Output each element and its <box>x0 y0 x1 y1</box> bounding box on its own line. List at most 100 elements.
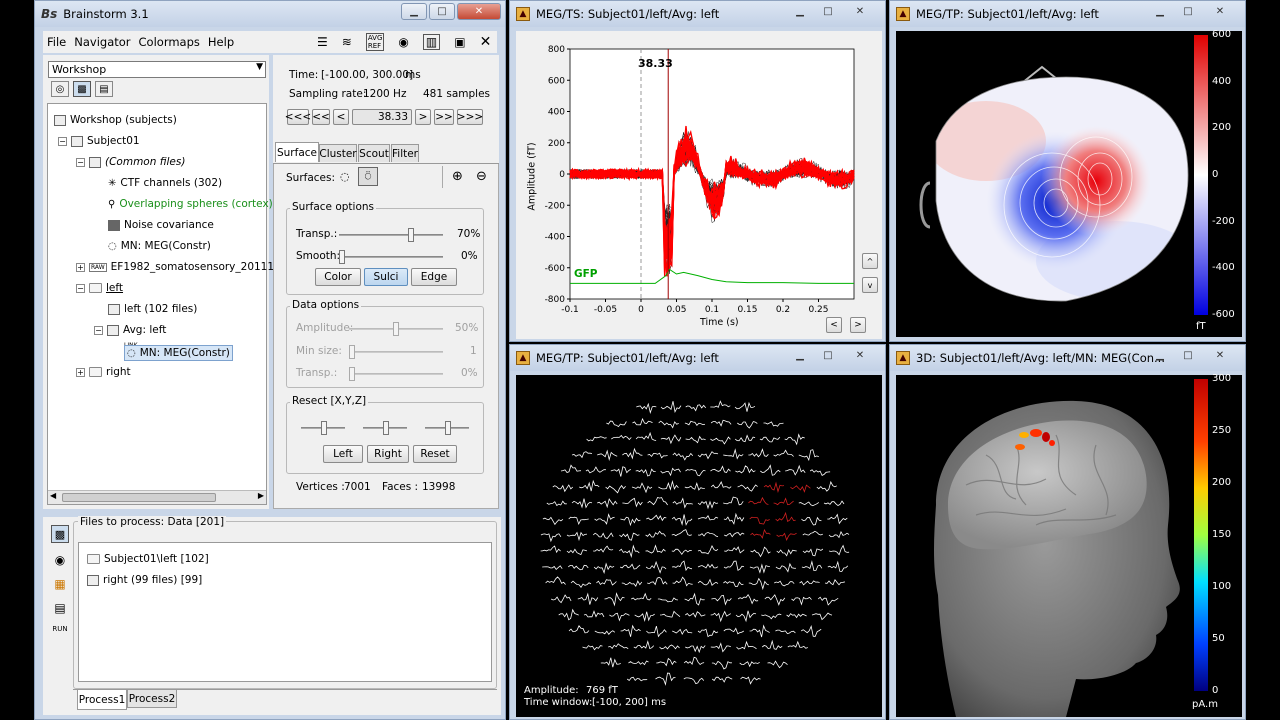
sensor-trace[interactable] <box>739 661 760 668</box>
sensor-trace[interactable] <box>798 449 819 462</box>
collapse-icon[interactable]: − <box>76 283 85 293</box>
close-all-icon[interactable]: ✕ <box>480 34 492 50</box>
tree-common-files[interactable]: − (Common files) <box>76 156 185 168</box>
timefreq-filter-icon[interactable]: ▦ <box>54 577 65 591</box>
tp2-close-button[interactable]: ✕ <box>843 347 877 364</box>
sensor-trace[interactable] <box>636 402 657 414</box>
sensor-trace[interactable] <box>737 421 758 429</box>
tree-left-files[interactable]: left (102 files) <box>108 303 197 315</box>
threed-titlebar[interactable]: ▲ 3D: Subject01/left/Avg: left/MN: MEG(C… <box>890 345 1245 371</box>
menu-colormaps[interactable]: Colormaps <box>139 35 200 49</box>
sensor-trace[interactable] <box>540 545 561 554</box>
tab-surface[interactable]: Surface <box>275 142 319 162</box>
sensor-trace[interactable] <box>610 466 631 477</box>
sensor-trace[interactable] <box>749 516 770 525</box>
sensor-trace[interactable] <box>622 497 643 508</box>
sensor-trace[interactable] <box>631 482 653 494</box>
sensor-trace[interactable] <box>767 660 788 669</box>
sensor-trace[interactable] <box>671 560 693 572</box>
menu-help[interactable]: Help <box>208 35 234 49</box>
threed-close-button[interactable]: ✕ <box>1203 347 1237 364</box>
sensor-trace[interactable] <box>560 464 582 473</box>
sensor-trace[interactable] <box>749 563 770 574</box>
sensor-trace[interactable] <box>750 528 771 539</box>
sensor-trace[interactable] <box>683 656 705 666</box>
sensor-trace[interactable] <box>802 548 824 557</box>
tp2-minimize-button[interactable]: ▁ <box>787 347 813 364</box>
smooth-slider[interactable] <box>339 250 443 264</box>
sensor-trace[interactable] <box>749 624 770 638</box>
sensor-trace[interactable] <box>571 498 593 509</box>
sensor-trace[interactable] <box>594 513 615 525</box>
sensor-trace[interactable] <box>646 625 667 638</box>
sensor-trace[interactable] <box>734 434 756 443</box>
sensor-trace[interactable] <box>619 563 641 570</box>
view-anatomy-icon[interactable]: ▤ <box>95 81 113 97</box>
sensor-trace[interactable] <box>828 530 850 539</box>
sensor-trace[interactable] <box>774 580 795 587</box>
ts-scale-down-button[interactable]: v <box>862 277 878 293</box>
resect-x-slider[interactable] <box>301 421 345 435</box>
tab-scout[interactable]: Scout <box>358 144 390 162</box>
tree-right[interactable]: + right <box>76 366 131 378</box>
sensor-trace[interactable] <box>583 610 605 618</box>
tree-raw-file[interactable]: + RAW EF1982_somatosensory_2011110 <box>76 261 287 273</box>
sensor-trace[interactable] <box>697 628 719 638</box>
sensor-trace[interactable] <box>683 677 705 685</box>
ts-prev-button[interactable]: < <box>826 317 842 333</box>
sensor-trace[interactable] <box>776 532 797 541</box>
sensor-trace[interactable] <box>671 548 692 555</box>
smooth-slider-thumb[interactable] <box>339 250 345 264</box>
sensor-trace[interactable] <box>764 594 786 606</box>
sensor-trace[interactable] <box>620 624 641 637</box>
sensor-trace[interactable] <box>760 464 781 476</box>
tp-figure[interactable]: 600 400 200 0 -200 -400 -600 fT <box>896 29 1242 337</box>
sensor-trace[interactable] <box>656 657 677 667</box>
sensor-trace[interactable] <box>634 611 655 622</box>
sensor-trace[interactable] <box>622 447 643 460</box>
tp-minimize-button[interactable]: ▁ <box>1147 3 1173 20</box>
ts-scale-up-button[interactable]: ^ <box>862 253 878 269</box>
sensor-trace[interactable] <box>672 576 693 587</box>
sensor-trace[interactable] <box>566 531 588 542</box>
sensor-trace[interactable] <box>775 511 796 523</box>
sensor-trace[interactable] <box>737 593 759 605</box>
sensor-trace[interactable] <box>659 610 681 618</box>
sensor-trace[interactable] <box>568 516 589 526</box>
sensor-trace[interactable] <box>621 580 643 587</box>
sensor-trace[interactable] <box>809 469 831 476</box>
sensor-trace[interactable] <box>759 436 781 443</box>
sensor-trace[interactable] <box>775 562 796 573</box>
sensor-trace[interactable] <box>604 592 625 607</box>
tree-mn-common[interactable]: ◌ MN: MEG(Constr) <box>108 240 211 252</box>
layout-icon[interactable]: ▥ <box>422 34 441 50</box>
scrollbar-thumb[interactable] <box>62 493 216 502</box>
matrix-filter-icon[interactable]: ▤ <box>54 601 65 615</box>
sensor-trace[interactable] <box>697 500 719 510</box>
sensor-trace[interactable] <box>657 597 678 603</box>
sensor-trace[interactable] <box>619 532 640 541</box>
sensor-trace[interactable] <box>655 672 676 686</box>
sensor-trace[interactable] <box>697 578 719 586</box>
sensor-trace[interactable] <box>685 611 706 618</box>
ts-titlebar[interactable]: ▲ MEG/TS: Subject01/left/Avg: left ▁ □ ✕ <box>510 1 885 27</box>
time-forward-button[interactable]: > <box>415 109 431 125</box>
resect-z-slider[interactable] <box>425 421 469 435</box>
tp2-figure[interactable]: Amplitude: 769 fT Time window: [-100, 20… <box>516 375 882 717</box>
menu-file[interactable]: File <box>47 35 66 49</box>
minsize-slider-thumb[interactable] <box>349 345 355 359</box>
resect-x-thumb[interactable] <box>321 421 327 435</box>
sensor-trace[interactable] <box>608 643 629 650</box>
tree-hscrollbar[interactable]: ◀ ▶ <box>48 490 266 504</box>
sensor-trace[interactable] <box>571 451 593 459</box>
sensor-trace[interactable] <box>710 642 731 653</box>
sensor-trace[interactable] <box>660 434 682 445</box>
sensor-trace[interactable] <box>685 645 706 654</box>
sensor-trace[interactable] <box>824 579 846 586</box>
time-back-button[interactable]: < <box>333 109 349 125</box>
sensor-trace[interactable] <box>799 580 820 586</box>
sensor-trace[interactable] <box>592 532 614 539</box>
ts-next-button[interactable]: > <box>850 317 866 333</box>
view-functional-icon[interactable]: ▩ <box>73 81 91 97</box>
amplitude-slider[interactable] <box>349 322 443 336</box>
